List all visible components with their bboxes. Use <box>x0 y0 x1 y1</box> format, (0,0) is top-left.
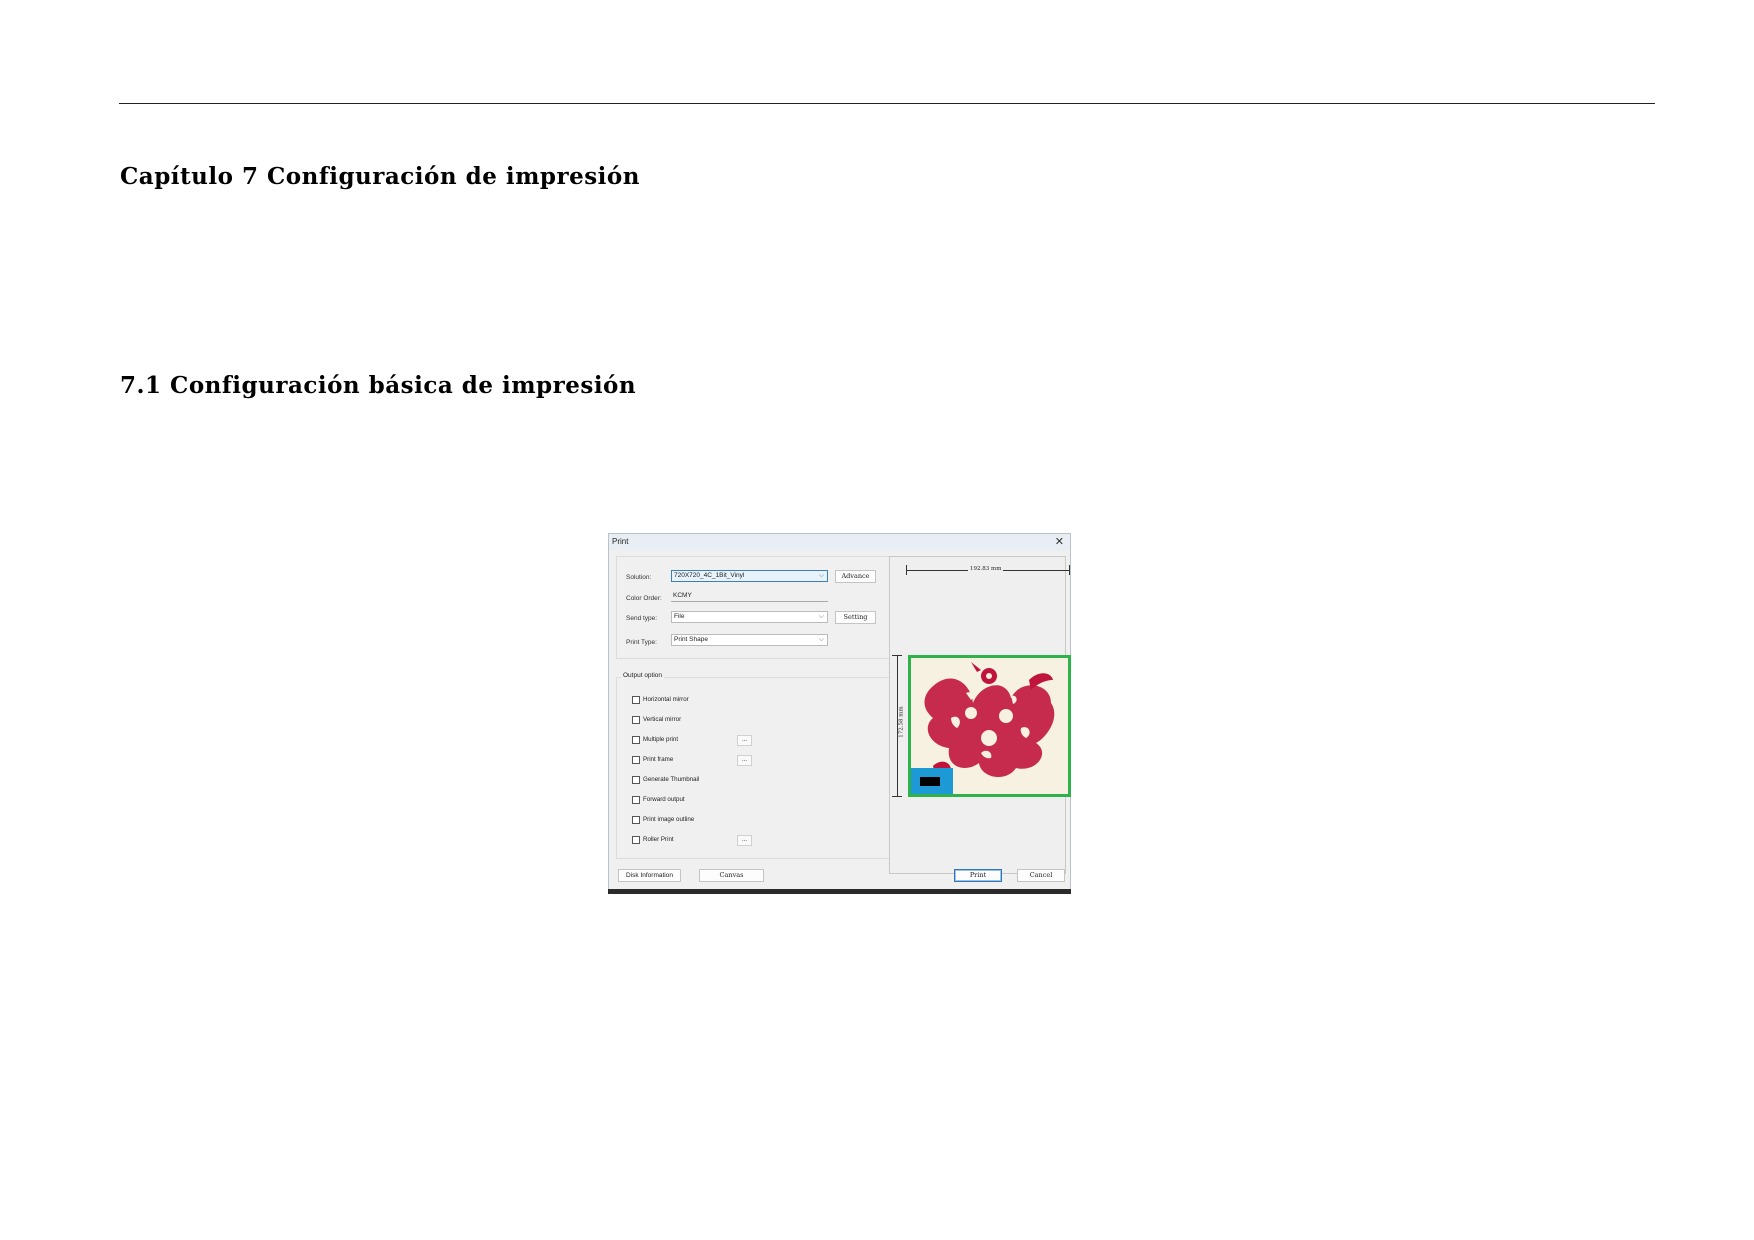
height-dimension-top-tick <box>892 655 902 656</box>
print-preview: 192.83 mm 172.58 mm <box>889 556 1071 874</box>
solution-value: 720X720_4C_1Bit_Vinyl <box>674 572 745 579</box>
chevron-down-icon: ⌵ <box>818 613 824 620</box>
horizontal-mirror-checkbox[interactable] <box>632 696 640 704</box>
origin-marker-block <box>920 777 940 786</box>
section-title: 7.1 Configuración básica de impresión <box>120 372 637 399</box>
vertical-mirror-checkbox[interactable] <box>632 716 640 724</box>
origin-marker <box>911 768 953 794</box>
height-dimension: 172.58 mm <box>892 655 905 797</box>
settings-group: Solution: 720X720_4C_1Bit_Vinyl ⌵ Advanc… <box>616 556 891 659</box>
roller-print-checkbox[interactable] <box>632 836 640 844</box>
artwork-preview[interactable] <box>908 655 1071 797</box>
width-dimension-right-tick <box>1069 565 1070 575</box>
chapter-title: Capítulo 7 Configuración de impresión <box>120 163 640 190</box>
close-icon[interactable]: ✕ <box>1055 535 1064 548</box>
print-image-outline-checkbox[interactable] <box>632 816 640 824</box>
multiple-print-label: Multiple print <box>643 736 679 743</box>
roller-print-label: Roller Print <box>643 836 674 843</box>
width-dimension: 192.83 mm <box>906 565 1070 575</box>
setting-button[interactable]: Setting <box>835 611 876 624</box>
send-type-value: File <box>674 613 685 620</box>
dialog-title: Print <box>612 537 629 546</box>
width-dimension-label: 192.83 mm <box>968 566 1004 572</box>
print-type-select[interactable]: Print Shape ⌵ <box>671 634 828 646</box>
print-image-outline-label: Print image outline <box>643 816 695 823</box>
color-order-field[interactable]: KCMY <box>671 590 828 602</box>
height-dimension-label: 172.58 mm <box>898 704 905 740</box>
print-frame-checkbox[interactable] <box>632 756 640 764</box>
chevron-down-icon: ⌵ <box>818 636 824 643</box>
send-type-label: Send type: <box>626 615 658 622</box>
dialog-bottom-border <box>608 889 1071 894</box>
print-frame-label: Print frame <box>643 756 674 763</box>
header-rule <box>119 103 1655 104</box>
solution-select[interactable]: 720X720_4C_1Bit_Vinyl ⌵ <box>671 570 828 582</box>
advance-button[interactable]: Advance <box>835 570 876 583</box>
solution-label: Solution: <box>626 574 652 581</box>
multiple-print-more-button[interactable]: ... <box>737 735 752 746</box>
cancel-button[interactable]: Cancel <box>1017 869 1065 882</box>
width-dimension-left-tick <box>906 565 907 575</box>
print-button[interactable]: Print <box>954 869 1002 882</box>
roller-print-more-button[interactable]: ... <box>737 835 752 846</box>
generate-thumbnail-checkbox[interactable] <box>632 776 640 784</box>
print-dialog: Print ✕ Solution: 720X720_4C_1Bit_Vinyl … <box>608 533 1071 894</box>
print-type-label: Print Type: <box>626 639 657 646</box>
disk-information-button[interactable]: Disk Information <box>618 869 681 882</box>
generate-thumbnail-label: Generate Thumbnail <box>643 776 700 783</box>
forward-output-label: Forward output <box>643 796 685 803</box>
output-option-group: Output option Horizontal mirror Vertical… <box>616 672 891 859</box>
chevron-down-icon: ⌵ <box>818 572 824 579</box>
print-type-value: Print Shape <box>674 636 708 643</box>
canvas-button[interactable]: Canvas <box>699 869 764 882</box>
horizontal-mirror-label: Horizontal mirror <box>643 696 689 703</box>
color-order-label: Color Order: <box>626 595 662 602</box>
height-dimension-bottom-tick <box>892 796 902 797</box>
dialog-titlebar: Print ✕ <box>609 534 1070 551</box>
output-option-legend: Output option <box>621 672 665 679</box>
forward-output-checkbox[interactable] <box>632 796 640 804</box>
vertical-mirror-label: Vertical mirror <box>643 716 682 723</box>
print-frame-more-button[interactable]: ... <box>737 755 752 766</box>
multiple-print-checkbox[interactable] <box>632 736 640 744</box>
send-type-select[interactable]: File ⌵ <box>671 611 828 623</box>
